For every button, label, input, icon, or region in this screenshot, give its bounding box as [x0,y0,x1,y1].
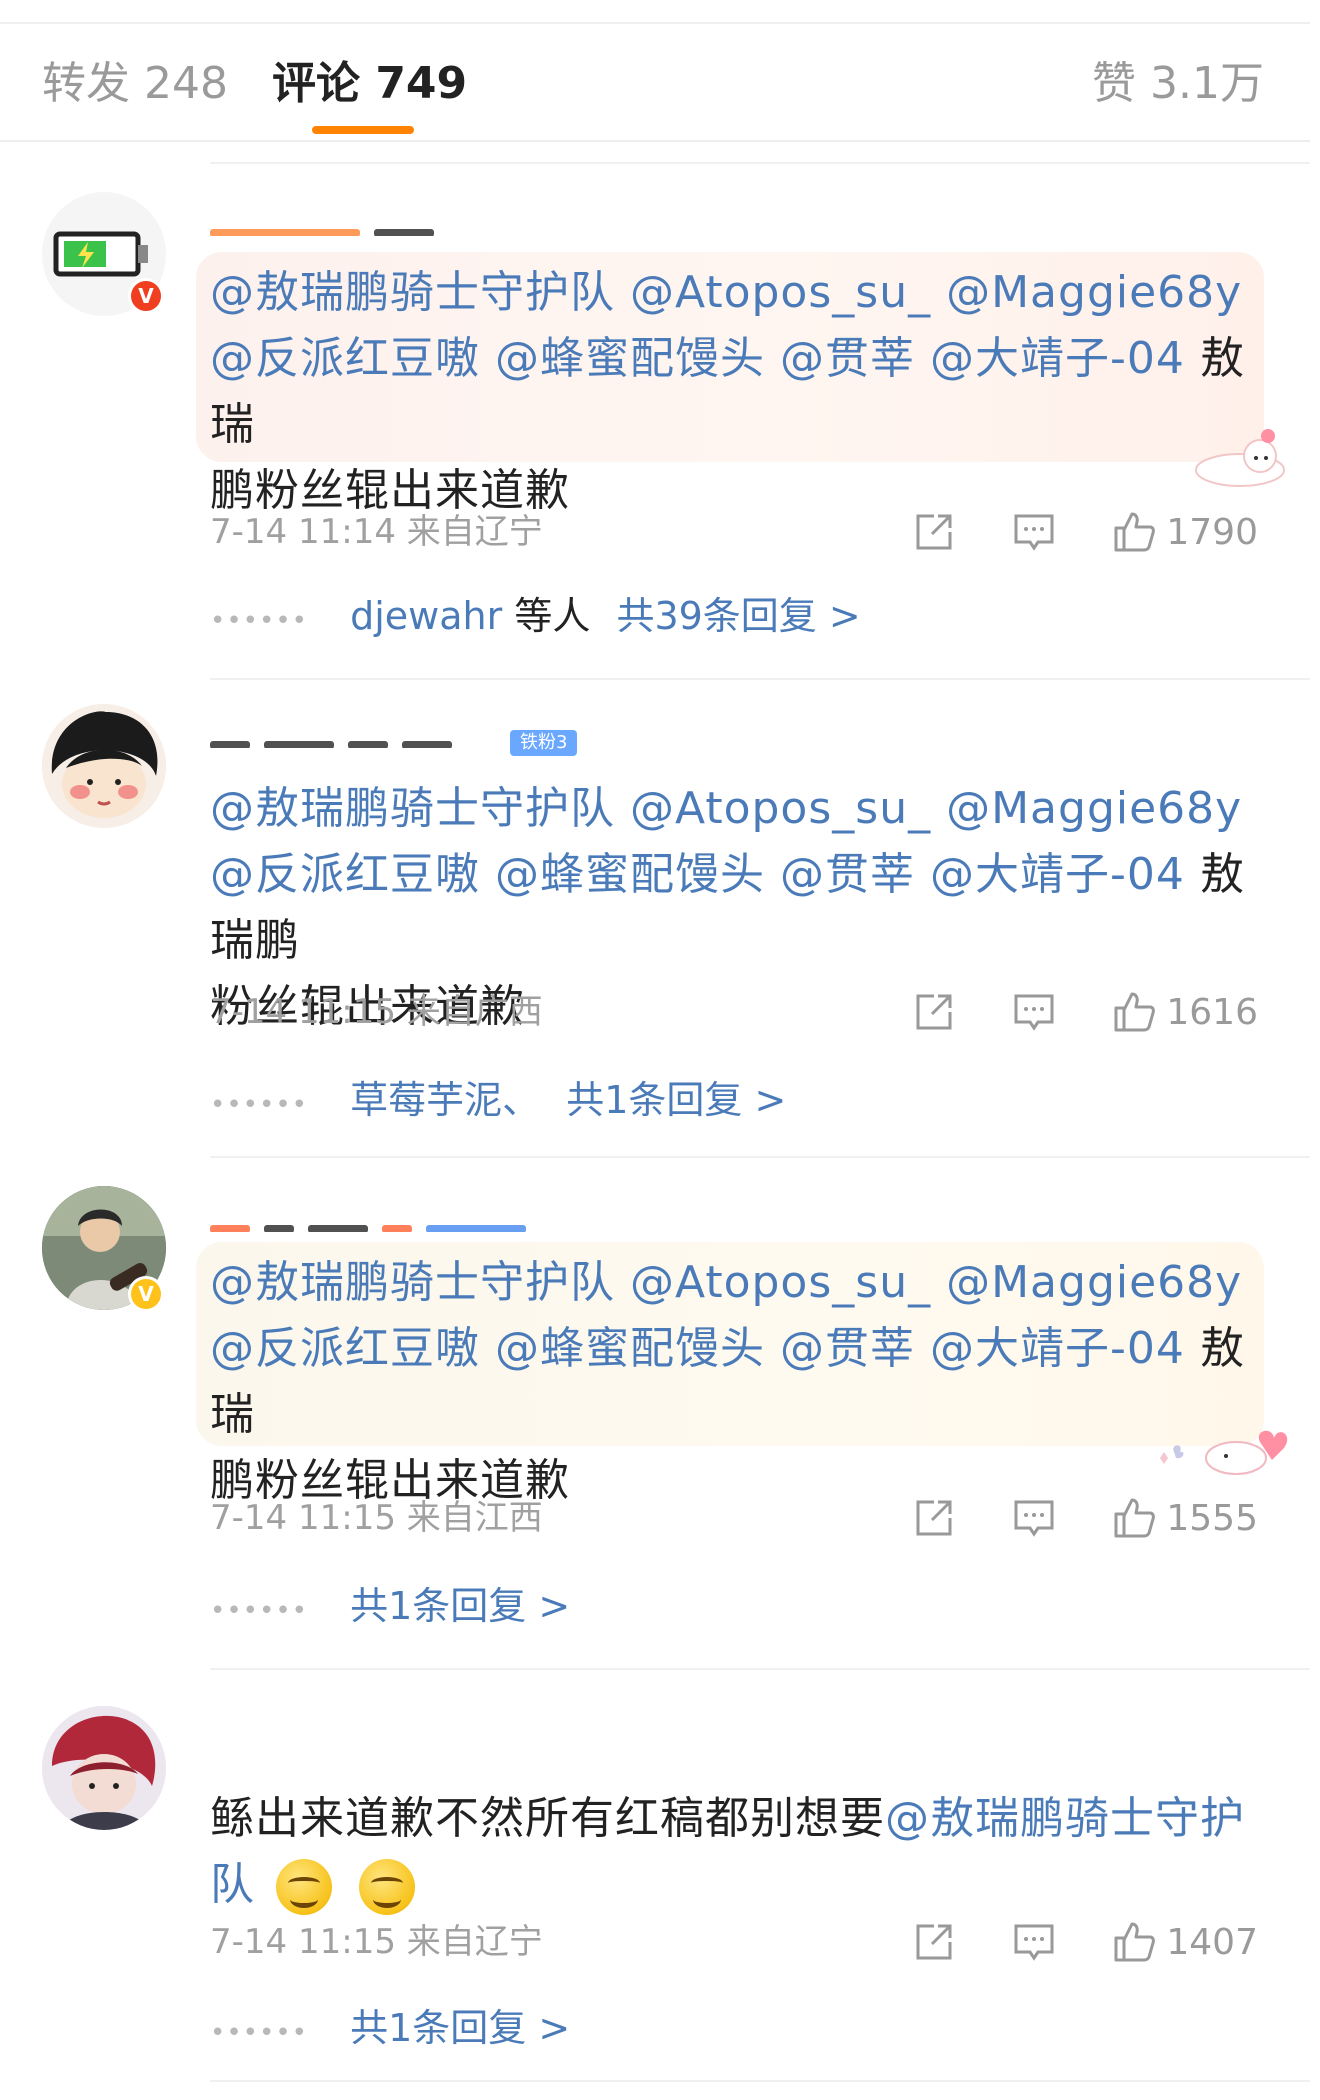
mention-link[interactable]: @蜂蜜配馒头 [495,1323,765,1374]
grin-emoji-icon [276,1859,332,1915]
username-cropped[interactable] [210,734,510,748]
reply-total-link[interactable]: 共1条回复 > [566,1078,786,1122]
mention-link[interactable]: @敖瑞鹏骑士守护队 [210,783,615,834]
mention-link[interactable]: @敖瑞鹏骑士守护队 [210,1257,615,1308]
active-tab-indicator [312,126,414,134]
mention-link[interactable]: @蜂蜜配馒头 [495,849,765,900]
comment-meta: 7-14 11:15 来自江西 [210,1496,543,1540]
thumbs-up-icon[interactable] [1112,510,1156,554]
reply-users[interactable]: 草莓芋泥、 [350,1078,540,1122]
thumbs-up-icon[interactable] [1112,1496,1156,1540]
reply-total-link[interactable]: 共39条回复 > [616,594,860,638]
avatar[interactable] [42,704,166,828]
comment-body: 鲧出来道歉不然所有红稿都别想要 [210,1793,885,1844]
reply-total-link[interactable]: 共1条回复 > [350,2006,570,2050]
mention-link[interactable]: @反派红豆嗷 [210,333,480,384]
reply-users[interactable]: djewahr [350,594,502,638]
ellipsis-icon: •••••• [210,606,309,636]
reply-summary[interactable]: •••••• djewahr 等人 共39条回复 > [210,590,861,647]
divider [210,1156,1310,1158]
tab-likes[interactable]: 赞 3.1万 [1092,54,1264,114]
verified-badge-icon: V [128,278,164,314]
username-cropped[interactable] [210,222,450,236]
comment-icon[interactable] [1012,1496,1056,1540]
mention-link[interactable]: @大靖子-04 [930,849,1185,900]
mention-link[interactable]: @Atopos_su_ [630,1257,931,1308]
top-divider [0,22,1310,24]
comment-actions: 1616 [856,988,1258,1036]
anime-character-avatar-icon [42,1706,166,1830]
tab-comments[interactable]: 评论 749 [272,54,467,114]
thumbs-up-icon[interactable] [1112,990,1156,1034]
share-icon[interactable] [912,1496,956,1540]
reply-total-link[interactable]: 共1条回复 > [350,1584,570,1628]
like-count: 1616 [1166,991,1258,1033]
mention-link[interactable]: @蜂蜜配馒头 [495,333,765,384]
verified-badge-icon: V [128,1276,164,1312]
comment-tabbar: 转发 248 评论 749 赞 3.1万 [0,30,1310,142]
comment-icon[interactable] [1012,510,1056,554]
divider [210,678,1310,680]
mention-link[interactable]: @敖瑞鹏骑士守护队 [210,267,615,318]
share-icon[interactable] [912,1920,956,1964]
mention-link[interactable]: @Atopos_su_ [630,267,931,318]
comment-icon[interactable] [1012,1920,1056,1964]
like-count: 1790 [1166,511,1258,553]
mention-link[interactable]: @贯莘 [780,1323,915,1374]
like-count: 1407 [1166,1921,1258,1963]
comment-icon[interactable] [1012,990,1056,1034]
mention-link[interactable]: 队 [210,1859,255,1910]
thumbs-up-icon[interactable] [1112,1920,1156,1964]
comment-meta: 7-14 11:15 来自辽宁 [210,1920,543,1964]
mention-link[interactable]: @贯莘 [780,849,915,900]
reply-etc: 等人 [514,594,591,638]
cartoon-girl-avatar-icon [42,704,166,828]
comment-meta: 7-14 11:15 来自广西 [210,990,543,1034]
mention-link[interactable]: @大靖子-04 [930,333,1185,384]
comment-actions: 1555 [856,1494,1258,1542]
comment-location: 来自辽宁 [406,512,543,552]
comment-meta: 7-14 11:14 来自辽宁 [210,510,543,554]
grin-emoji-icon [359,1859,415,1915]
divider [210,1668,1310,1670]
mention-link[interactable]: @Atopos_su_ [630,783,931,834]
comment-actions: 1790 [856,508,1258,556]
comment-text: @敖瑞鹏骑士守护队 @Atopos_su_ @Maggie68y @反派红豆嗷 … [210,260,1270,524]
username-cropped[interactable] [210,1218,670,1232]
mention-link[interactable]: @Maggie68y [946,783,1242,834]
mention-link[interactable]: @贯莘 [780,333,915,384]
share-icon[interactable] [912,510,956,554]
fan-level-badge: 铁粉3 [510,730,578,756]
comment-time: 7-14 11:14 [210,512,396,552]
divider [210,162,1310,164]
mention-link[interactable]: @Maggie68y [946,267,1242,318]
ellipsis-icon: •••••• [210,1090,309,1120]
reply-summary[interactable]: •••••• 草莓芋泥、 共1条回复 > [210,1074,786,1131]
mention-link[interactable]: @反派红豆嗷 [210,1323,480,1374]
tab-repost[interactable]: 转发 248 [42,54,228,114]
reply-summary[interactable]: •••••• 共1条回复 > [210,1580,570,1637]
like-count: 1555 [1166,1497,1258,1539]
comment-time: 7-14 11:15 [210,1922,396,1962]
mention-link[interactable]: @Maggie68y [946,1257,1242,1308]
mention-link[interactable]: @反派红豆嗷 [210,849,480,900]
comment-location: 来自辽宁 [406,1922,543,1962]
divider [210,2080,1310,2082]
mention-link[interactable]: @敖瑞鹏骑士守护 [885,1793,1245,1844]
comment-location: 来自广西 [406,992,543,1032]
share-icon[interactable] [912,990,956,1034]
comment-text: 鲧出来道歉不然所有红稿都别想要@敖瑞鹏骑士守护 队 [210,1786,1270,1918]
comment-actions: 1407 [856,1918,1258,1966]
comment-body: 鹏粉丝辊出来道歉 [210,465,570,516]
comment-location: 来自江西 [406,1498,543,1538]
comment-time: 7-14 11:15 [210,1498,396,1538]
comment-time: 7-14 11:15 [210,992,396,1032]
mention-link[interactable]: @大靖子-04 [930,1323,1185,1374]
ellipsis-icon: •••••• [210,1596,309,1626]
ellipsis-icon: •••••• [210,2018,309,2048]
comment-text: @敖瑞鹏骑士守护队 @Atopos_su_ @Maggie68y @反派红豆嗷 … [210,1250,1270,1514]
avatar[interactable] [42,1706,166,1830]
reply-summary[interactable]: •••••• 共1条回复 > [210,2002,570,2059]
